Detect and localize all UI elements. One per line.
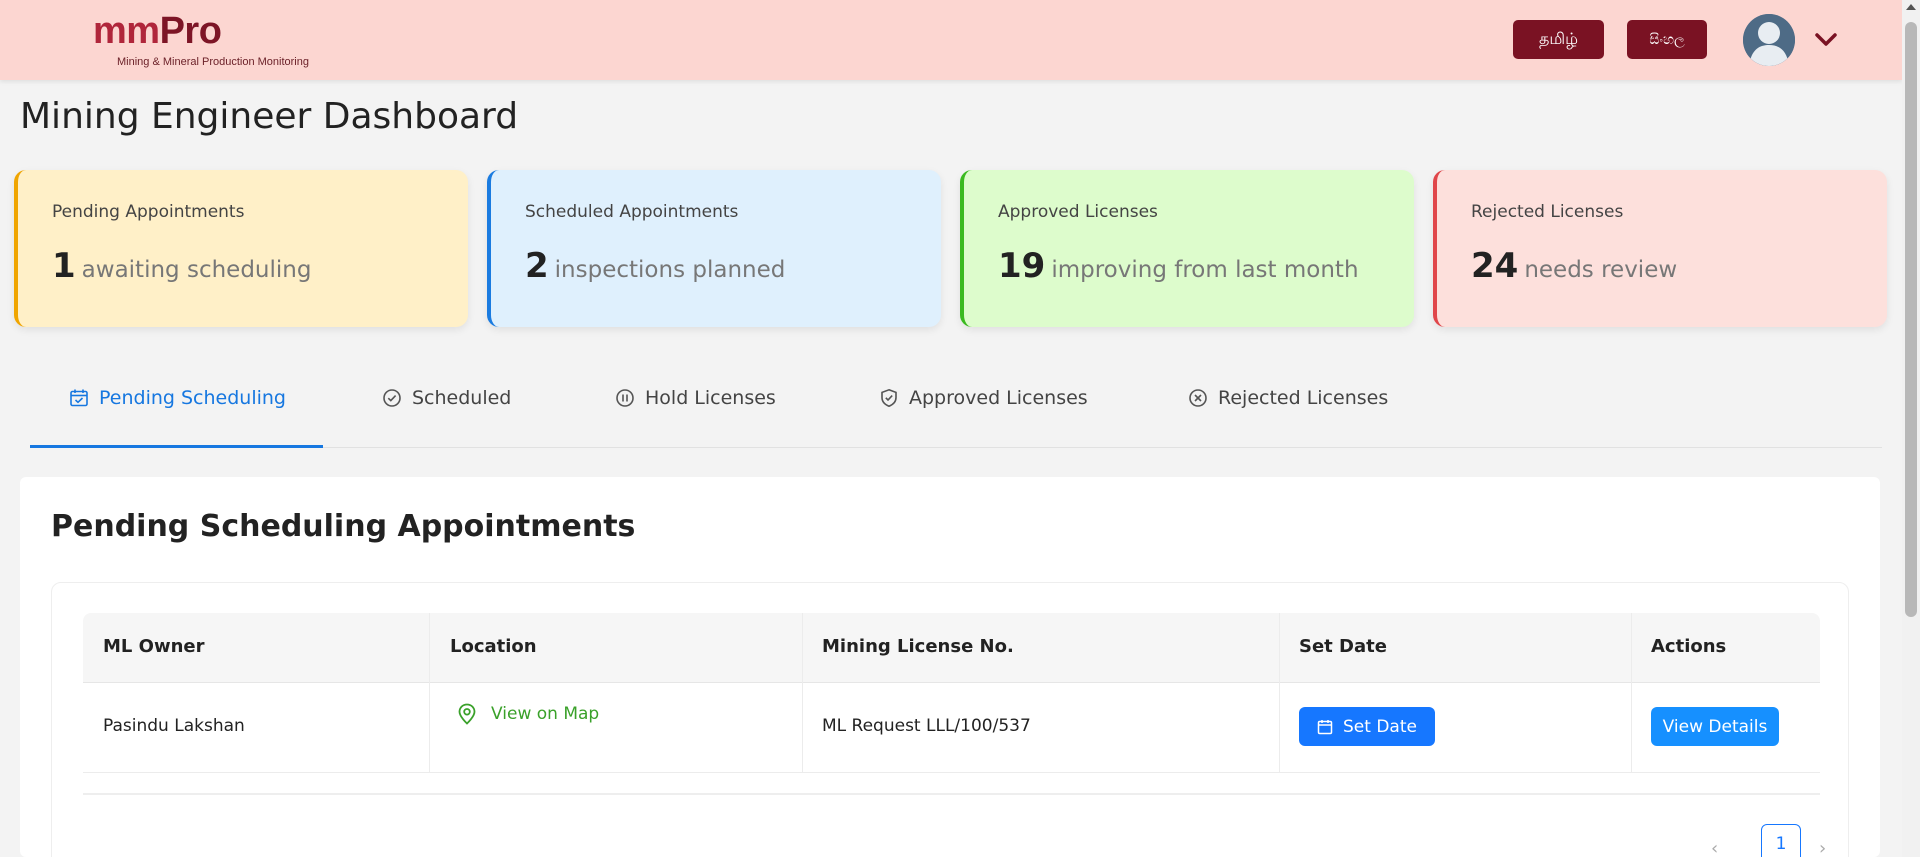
tab-label: Scheduled: [412, 387, 512, 409]
calendar-icon: [1317, 719, 1333, 734]
card-label: Scheduled Appointments: [525, 202, 739, 222]
view-on-map-label: View on Map: [491, 704, 600, 724]
logo-text-main: mm: [93, 10, 160, 52]
tab-label: Pending Scheduling: [99, 387, 286, 409]
card-label: Pending Appointments: [52, 202, 245, 222]
card-label: Rejected Licenses: [1471, 202, 1624, 222]
card-value: 2: [525, 246, 549, 286]
sinhala-language-button[interactable]: සිංහල: [1627, 20, 1707, 59]
stat-card-rejected: Rejected Licenses 24 needs review: [1433, 170, 1887, 327]
tab-label: Hold Licenses: [645, 387, 776, 409]
table-row: Pasindu Lakshan View on Map ML Request L…: [83, 683, 1820, 773]
location-pin-icon: [458, 703, 476, 725]
pause-circle-icon: [616, 389, 634, 407]
tab-scheduled[interactable]: Scheduled: [382, 387, 511, 409]
tab-pending-scheduling[interactable]: Pending Scheduling: [69, 387, 286, 409]
column-header-owner[interactable]: ML Owner: [103, 636, 204, 657]
table-card: ML Owner Location Mining License No. Set…: [51, 582, 1849, 857]
panel-title: Pending Scheduling Appointments: [51, 509, 636, 544]
card-value: 1: [52, 246, 76, 286]
column-header-license[interactable]: Mining License No.: [822, 636, 1014, 657]
stat-card-pending: Pending Appointments 1 awaiting schedulin…: [14, 170, 468, 327]
chevron-down-icon[interactable]: [1813, 28, 1839, 50]
tab-label: Rejected Licenses: [1218, 387, 1389, 409]
tab-label: Approved Licenses: [909, 387, 1088, 409]
pagination-prev[interactable]: ‹: [1711, 838, 1718, 857]
tab-bar: Pending Scheduling Scheduled Hold Licens…: [30, 365, 1882, 448]
card-description: needs review: [1524, 257, 1678, 283]
view-details-button[interactable]: View Details: [1651, 707, 1779, 746]
user-avatar[interactable]: [1743, 14, 1795, 66]
check-circle-icon: [383, 389, 401, 407]
active-tab-indicator: [30, 445, 323, 448]
logo-subtitle: Mining & Mineral Production Monitoring: [117, 56, 309, 68]
stat-card-approved: Approved Licenses 19 improving from last …: [960, 170, 1414, 327]
card-value: 24: [1471, 246, 1519, 286]
table-header: ML Owner Location Mining License No. Set…: [83, 613, 1820, 683]
table-footer-divider: [83, 793, 1820, 795]
logo-text-pro: Pro: [159, 10, 222, 52]
card-value: 19: [998, 246, 1046, 286]
card-value-row: 1 awaiting scheduling: [52, 246, 311, 286]
license-cell: ML Request LLL/100/537: [822, 716, 1031, 736]
tamil-language-button[interactable]: தமிழ்: [1513, 20, 1604, 59]
pagination-page-1[interactable]: 1: [1761, 824, 1801, 857]
set-date-label: Set Date: [1343, 716, 1417, 737]
card-description: improving from last month: [1051, 257, 1359, 283]
calendar-check-icon: [70, 389, 88, 407]
page-title: Mining Engineer Dashboard: [20, 96, 519, 137]
shield-check-icon: [881, 388, 897, 408]
set-date-button[interactable]: Set Date: [1299, 707, 1435, 746]
pagination-next[interactable]: ›: [1819, 838, 1826, 857]
x-circle-icon: [1189, 389, 1207, 407]
card-description: awaiting scheduling: [81, 257, 312, 283]
user-silhouette-icon: [1743, 14, 1795, 66]
top-header: mmPro Mining & Mineral Production Monito…: [0, 0, 1902, 80]
column-header-actions[interactable]: Actions: [1651, 636, 1726, 657]
scroll-up-arrow[interactable]: [1906, 4, 1916, 10]
tab-approved-licenses[interactable]: Approved Licenses: [879, 387, 1088, 409]
view-on-map-link[interactable]: View on Map: [457, 703, 599, 725]
card-value-row: 2 inspections planned: [525, 246, 785, 286]
tab-hold-licenses[interactable]: Hold Licenses: [615, 387, 776, 409]
column-header-set-date[interactable]: Set Date: [1299, 636, 1387, 657]
card-label: Approved Licenses: [998, 202, 1158, 222]
column-header-location[interactable]: Location: [450, 636, 537, 657]
stat-card-scheduled: Scheduled Appointments 2 inspections plan…: [487, 170, 941, 327]
content-panel: Pending Scheduling Appointments ML Owner…: [20, 477, 1880, 857]
app-logo[interactable]: mmPro: [93, 10, 222, 53]
card-value-row: 24 needs review: [1471, 246, 1677, 286]
owner-cell: Pasindu Lakshan: [103, 716, 245, 736]
tab-rejected-licenses[interactable]: Rejected Licenses: [1188, 387, 1388, 409]
scrollbar-thumb[interactable]: [1905, 22, 1917, 617]
card-value-row: 19 improving from last month: [998, 246, 1359, 286]
card-description: inspections planned: [554, 257, 786, 283]
